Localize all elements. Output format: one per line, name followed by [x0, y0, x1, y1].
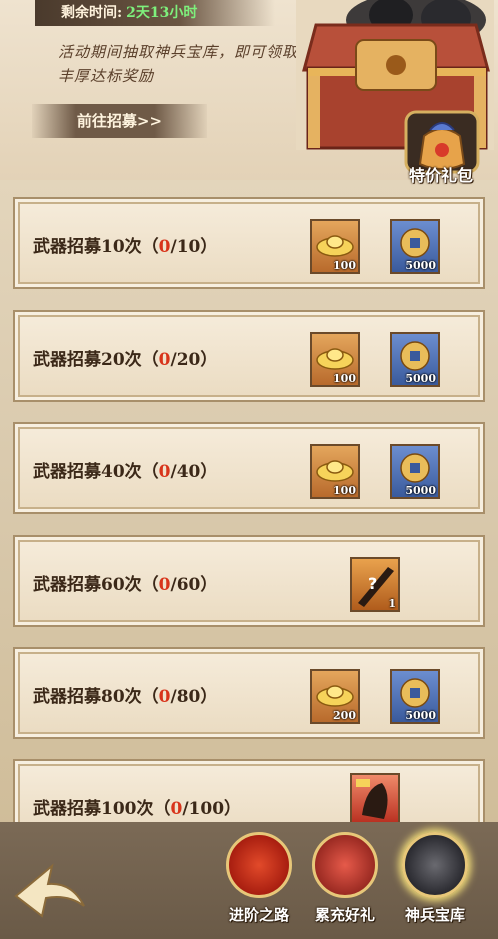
- cumulative-recharge-label: 累充好礼: [314, 906, 375, 924]
- reward-card: 武器招募40次（0/40） 100 5000: [13, 422, 485, 514]
- item-quantity: 5000: [405, 709, 436, 722]
- event-description: 活动期间抽取神兵宝库，即可领取丰厚达标奖励: [58, 43, 299, 85]
- copper-coin-icon[interactable]: 5000: [390, 669, 440, 724]
- card-title: 武器招募60次（0/60）: [33, 575, 218, 595]
- gold-ingot-icon[interactable]: 100: [310, 332, 360, 387]
- treasure-pile-icon: [312, 832, 378, 898]
- item-quantity: 100: [333, 372, 356, 385]
- reward-card: 武器招募10次（0/10） 100 5000: [13, 197, 485, 289]
- gold-ingot-icon[interactable]: 200: [310, 669, 360, 724]
- armory-chest-icon: [402, 832, 468, 898]
- remaining-time-label: 剩余时间:: [61, 5, 123, 21]
- copper-coin-icon[interactable]: 5000: [390, 444, 440, 499]
- weapon-armory-label: 神兵宝库: [404, 906, 465, 924]
- gold-ingot-icon[interactable]: 100: [310, 219, 360, 274]
- reward-card: 武器招募20次（0/20） 100 5000: [13, 310, 485, 402]
- goto-recruit-button[interactable]: 前往招募>>: [32, 104, 207, 138]
- hero-card-icon[interactable]: [350, 773, 400, 828]
- cumulative-recharge-button[interactable]: 累充好礼: [306, 832, 384, 932]
- dragon-icon: [226, 832, 292, 898]
- item-quantity: 100: [333, 484, 356, 497]
- remaining-time-bar: 剩余时间: 2天13小时: [35, 0, 275, 26]
- card-title: 武器招募20次（0/20）: [33, 350, 218, 370]
- card-title: 武器招募80次（0/80）: [33, 687, 218, 707]
- back-arrow-icon[interactable]: [12, 860, 88, 922]
- advance-road-button[interactable]: 进阶之路: [220, 832, 298, 932]
- reward-card: 武器招募80次（0/80） 200 5000: [13, 647, 485, 739]
- svg-text:?: ?: [368, 574, 377, 593]
- weapon-armory-button[interactable]: 神兵宝库: [396, 832, 474, 932]
- copper-coin-icon[interactable]: 5000: [390, 219, 440, 274]
- copper-coin-icon[interactable]: 5000: [390, 332, 440, 387]
- item-quantity: 5000: [405, 259, 436, 272]
- item-quantity: 5000: [405, 372, 436, 385]
- reward-card: 武器招募60次（0/60） ? 1: [13, 535, 485, 627]
- gold-ingot-icon[interactable]: 100: [310, 444, 360, 499]
- advance-road-label: 进阶之路: [228, 906, 289, 924]
- card-title: 武器招募100次（0/100）: [33, 799, 242, 819]
- remaining-time-value: 2天13小时: [126, 5, 198, 21]
- item-quantity: 200: [333, 709, 356, 722]
- item-quantity: 5000: [405, 484, 436, 497]
- random-weapon-icon[interactable]: ? 1: [350, 557, 400, 612]
- card-title: 武器招募10次（0/10）: [33, 237, 218, 257]
- item-quantity: 1: [388, 597, 396, 610]
- card-title: 武器招募40次（0/40）: [33, 462, 218, 482]
- special-gift-label[interactable]: 特价礼包: [396, 162, 486, 186]
- item-quantity: 100: [333, 259, 356, 272]
